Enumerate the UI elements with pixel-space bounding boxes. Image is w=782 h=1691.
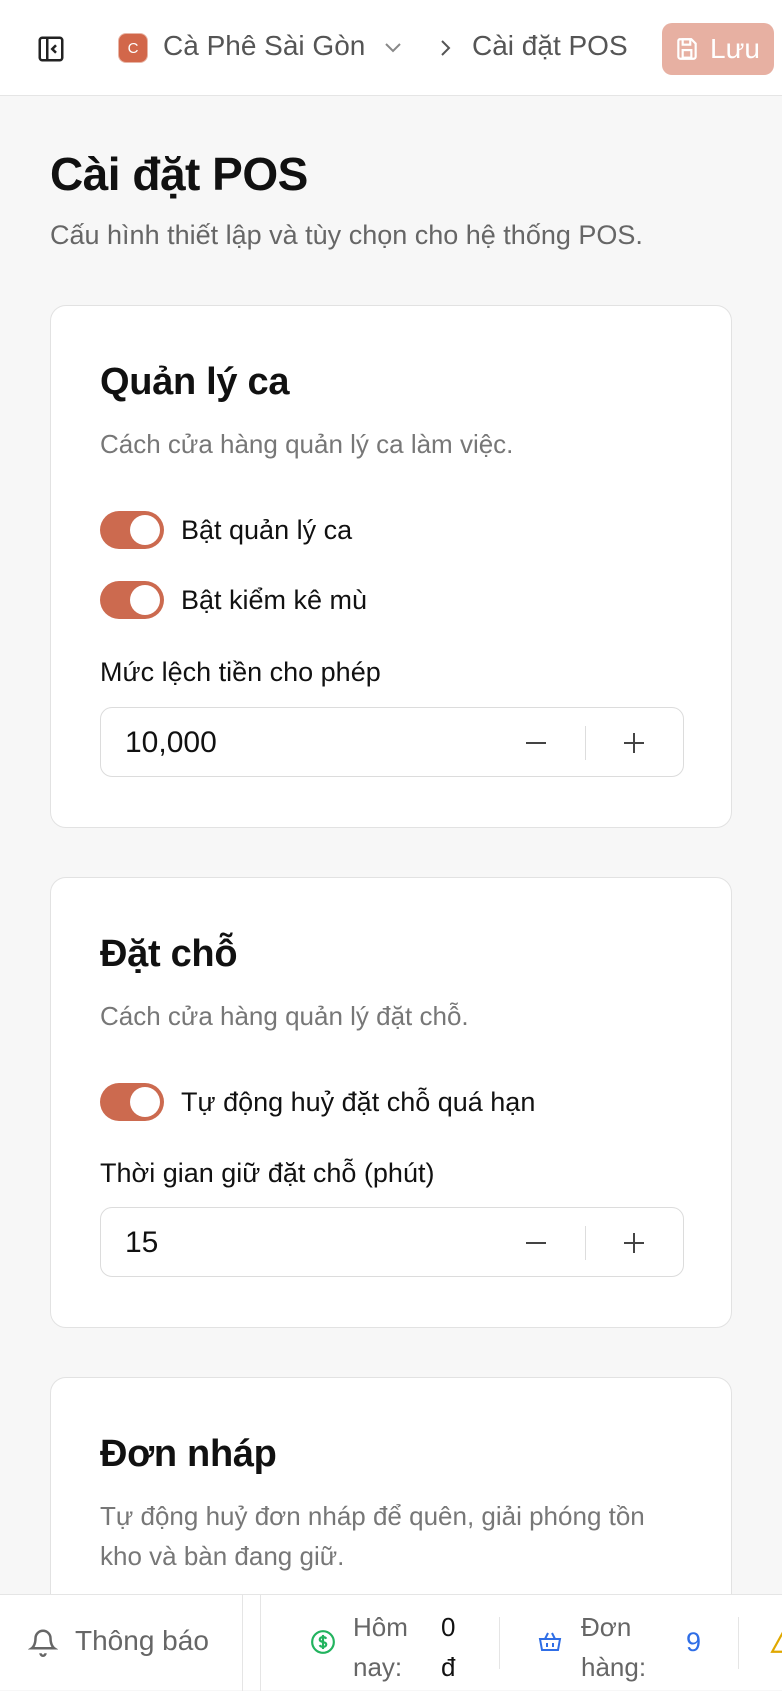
toggle-shift-management[interactable] xyxy=(100,511,164,549)
divider xyxy=(499,1617,500,1669)
shift-management-card: Quản lý ca Cách cửa hàng quản lý ca làm … xyxy=(50,305,732,828)
minus-icon[interactable] xyxy=(521,728,551,758)
store-switcher[interactable]: Cà Phê Sài Gòn xyxy=(163,30,365,62)
stepper-value[interactable]: 10,000 xyxy=(125,726,217,760)
divider xyxy=(260,1595,261,1691)
breadcrumb-current: Cài đặt POS xyxy=(472,30,628,61)
toggle-auto-cancel-reservation[interactable] xyxy=(100,1083,164,1121)
today-revenue-label: Hôm nay: xyxy=(353,1612,408,1682)
bell-icon[interactable] xyxy=(27,1625,59,1659)
reservation-hold-stepper[interactable]: 15 xyxy=(100,1207,684,1277)
orders-label: Đơn hàng: xyxy=(581,1612,647,1682)
toggle-label: Bật kiểm kê mù xyxy=(181,585,368,615)
plus-icon[interactable] xyxy=(619,728,649,758)
stepper-divider xyxy=(585,726,586,760)
basket-icon xyxy=(538,1631,562,1653)
cash-variance-stepper[interactable]: 10,000 xyxy=(100,707,684,777)
toggle-label: Bật quản lý ca xyxy=(181,515,353,545)
bottom-status-bar: Thông báo Hôm nay: 0 đ Đơn hàng: 9 xyxy=(0,1594,782,1691)
divider xyxy=(738,1617,739,1669)
toggle-blind-count[interactable] xyxy=(100,581,164,619)
minus-icon[interactable] xyxy=(521,1228,551,1258)
sidebar-toggle-icon[interactable] xyxy=(36,34,66,64)
card-description: Cách cửa hàng quản lý đặt chỗ. xyxy=(100,1001,469,1031)
page-title: Cài đặt POS xyxy=(50,148,308,200)
top-bar: C Cà Phê Sài Gòn Cài đặt POS Lưu xyxy=(0,0,782,96)
stepper-divider xyxy=(585,1226,586,1260)
today-revenue-value: 0 đ xyxy=(441,1612,456,1682)
reservation-card: Đặt chỗ Cách cửa hàng quản lý đặt chỗ. T… xyxy=(50,877,732,1328)
toggle-knob xyxy=(130,585,160,615)
card-description: Tự động huỷ đơn nháp để quên, giải phóng… xyxy=(100,1501,645,1571)
page-subtitle: Cấu hình thiết lập và tùy chọn cho hệ th… xyxy=(50,220,643,250)
field-label: Mức lệch tiền cho phép xyxy=(100,657,381,687)
notifications-button[interactable]: Thông báo xyxy=(75,1625,209,1657)
save-icon xyxy=(677,38,697,60)
field-label: Thời gian giữ đặt chỗ (phút) xyxy=(100,1158,435,1188)
stepper-value[interactable]: 15 xyxy=(125,1226,158,1260)
chevron-right-icon xyxy=(436,38,454,58)
card-title: Đơn nháp xyxy=(100,1433,277,1475)
toggle-label: Tự động huỷ đặt chỗ quá hạn xyxy=(181,1087,536,1117)
orders-count: 9 xyxy=(686,1627,702,1657)
save-button[interactable]: Lưu xyxy=(662,23,774,75)
save-button-label: Lưu xyxy=(710,33,760,64)
toggle-knob xyxy=(130,1087,160,1117)
dollar-circle-icon xyxy=(310,1629,336,1655)
warning-icon[interactable] xyxy=(770,1629,782,1655)
divider xyxy=(242,1595,243,1691)
plus-icon[interactable] xyxy=(619,1228,649,1258)
card-title: Quản lý ca xyxy=(100,361,290,403)
chevron-down-icon[interactable] xyxy=(383,40,403,56)
toggle-knob xyxy=(130,515,160,545)
card-title: Đặt chỗ xyxy=(100,933,238,975)
card-description: Cách cửa hàng quản lý ca làm việc. xyxy=(100,429,514,459)
store-logo[interactable]: C xyxy=(119,34,147,62)
